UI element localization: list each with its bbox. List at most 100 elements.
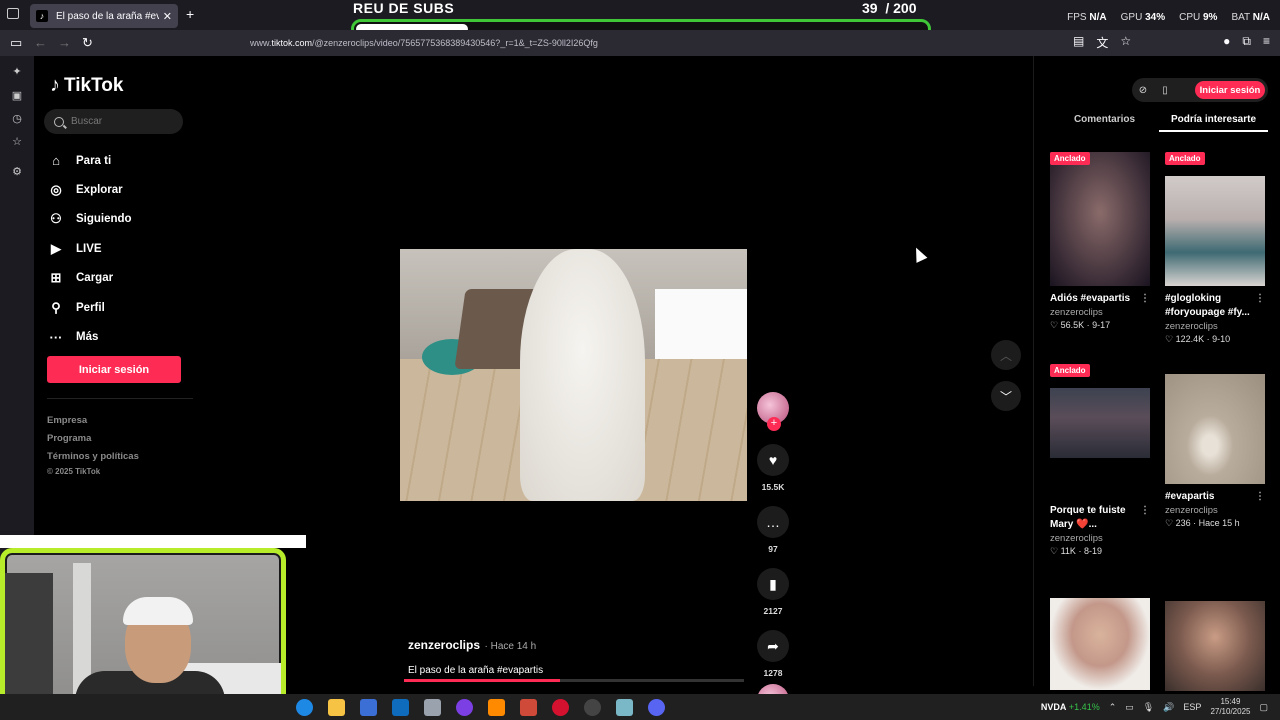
address-bar[interactable]: www. tiktok.com/@zenzeroclips/video/75657…: [176, 32, 1136, 54]
tab-podria-interesarte[interactable]: Podría interesarte: [1159, 114, 1268, 132]
clock[interactable]: 15:49 27/10/2025: [1210, 697, 1250, 717]
footer-terms-link[interactable]: Términos y políticas: [47, 448, 139, 466]
footer-program-link[interactable]: Programa: [47, 430, 139, 448]
video-card[interactable]: [1165, 601, 1265, 691]
card-user[interactable]: zenzeroclips: [1165, 321, 1265, 332]
microphone-icon[interactable]: 🎙: [1143, 702, 1154, 713]
login-button[interactable]: Iniciar sesión: [47, 356, 181, 383]
more-options-icon[interactable]: ⋮: [1255, 292, 1265, 306]
synced-tabs-icon[interactable]: ▣: [11, 90, 23, 102]
forward-icon[interactable]: →: [58, 35, 71, 50]
video-player[interactable]: [400, 249, 747, 501]
subs-goal-title: REU DE SUBS: [353, 0, 455, 16]
firefox-icon[interactable]: [456, 699, 473, 716]
footer-company-link[interactable]: Empresa: [47, 412, 139, 430]
nav-item-cargar[interactable]: ⊞ Cargar: [48, 264, 132, 293]
browser-tab[interactable]: ♪ El paso de la araña #evapa ✕: [30, 4, 178, 28]
menu-icon[interactable]: ≡: [1263, 34, 1270, 51]
video-card[interactable]: Anclado #glogloking #foryoupage #fy... ⋮ …: [1165, 152, 1265, 345]
video-card[interactable]: Anclado Porque te fuiste Mary ❤️... ⋮ zen…: [1050, 364, 1150, 557]
tray-chevron-icon[interactable]: ⌃: [1109, 702, 1117, 713]
discord-icon[interactable]: [648, 699, 665, 716]
card-user[interactable]: zenzeroclips: [1165, 505, 1265, 516]
edge-icon[interactable]: [296, 699, 313, 716]
nav-item-mas[interactable]: ··· Más: [48, 322, 132, 351]
save-action[interactable]: ▮ 2127: [754, 568, 792, 616]
reload-icon[interactable]: ↻: [82, 35, 93, 51]
video-thumbnail: [1165, 601, 1265, 691]
back-icon[interactable]: ←: [34, 35, 47, 50]
live-icon: ▶: [51, 240, 61, 256]
extensions-icon[interactable]: ⧉: [1242, 34, 1251, 51]
card-user[interactable]: zenzeroclips: [1050, 533, 1150, 544]
nav-item-siguiendo[interactable]: ⚇ Siguiendo: [48, 205, 131, 234]
pinned-badge: Anclado: [1050, 364, 1090, 377]
video-username[interactable]: zenzeroclips: [408, 638, 480, 652]
compass-icon: ◎: [50, 182, 62, 198]
video-frame-bag: [655, 289, 747, 359]
login-button-top[interactable]: Iniciar sesión: [1195, 81, 1265, 99]
card-stats: ♡ 122.4K · 9-10: [1165, 334, 1231, 344]
sidebar-toggle-icon[interactable]: ▭: [10, 35, 22, 51]
bookmarks-icon[interactable]: ☆: [11, 136, 23, 148]
video-card[interactable]: [1050, 598, 1150, 690]
creator-avatar[interactable]: +: [757, 392, 789, 431]
language-indicator[interactable]: ESP: [1183, 702, 1201, 712]
video-card[interactable]: #evapartis ⋮ zenzeroclips ♡ 236 · Hace 15…: [1165, 374, 1265, 529]
compass-icon[interactable]: ⊘: [1132, 85, 1154, 96]
store-icon[interactable]: [360, 699, 377, 716]
settings-gear-icon[interactable]: ⚙: [11, 166, 23, 178]
more-options-icon[interactable]: ⋮: [1255, 490, 1265, 504]
ai-chat-icon[interactable]: ✦: [11, 66, 23, 78]
app-icon[interactable]: [424, 699, 441, 716]
previous-video-button[interactable]: ︿: [991, 340, 1021, 370]
video-progress-bar[interactable]: [404, 679, 744, 682]
top-actions: ⊘ ▯ Iniciar sesión: [1132, 78, 1268, 102]
follow-plus-icon[interactable]: +: [767, 417, 781, 431]
tab-list-icon[interactable]: [7, 8, 19, 19]
history-icon[interactable]: ◷: [11, 113, 23, 125]
search-input[interactable]: Buscar: [44, 109, 183, 134]
card-user[interactable]: zenzeroclips: [1050, 307, 1150, 318]
account-icon[interactable]: ●: [1223, 34, 1230, 51]
next-video-button[interactable]: ﹀: [991, 381, 1021, 411]
nav-item-para-ti[interactable]: ⌂ Para ti: [48, 146, 132, 175]
reader-view-icon[interactable]: ▤: [1073, 34, 1084, 51]
copyright: © 2025 TikTok: [47, 467, 101, 476]
subs-goal-count: 39 / 200: [862, 0, 917, 16]
file-explorer-icon[interactable]: [328, 699, 345, 716]
tab-comentarios[interactable]: Comentarios: [1050, 114, 1159, 132]
tiktok-logo[interactable]: ♪ TikTok: [50, 74, 123, 97]
like-action[interactable]: ♥ 15.5K: [754, 444, 792, 492]
webcam-person-cap: [123, 597, 193, 625]
new-tab-icon[interactable]: +: [186, 6, 194, 22]
url-prefix: www.: [250, 38, 272, 48]
cpu-stat: CPU 9%: [1179, 12, 1218, 23]
video-thumbnail: [1165, 374, 1265, 484]
video-card[interactable]: Anclado Adiós #evapartis ⋮ zenzeroclips ♡…: [1050, 152, 1150, 331]
share-action[interactable]: ➦ 1278: [754, 630, 792, 678]
mobile-icon[interactable]: ▯: [1154, 85, 1176, 96]
app-icon[interactable]: [520, 699, 537, 716]
vlc-icon[interactable]: [488, 699, 505, 716]
speaker-icon[interactable]: 🔊: [1163, 702, 1174, 713]
outlook-icon[interactable]: [392, 699, 409, 716]
nav-item-live[interactable]: ▶ LIVE: [48, 234, 132, 263]
more-options-icon[interactable]: ⋮: [1140, 292, 1150, 306]
like-count: 15.5K: [761, 482, 785, 492]
network-icon[interactable]: ▭: [1125, 702, 1134, 713]
nav-item-perfil[interactable]: ⚲ Perfil: [48, 293, 132, 322]
translate-icon[interactable]: 文: [1096, 34, 1108, 51]
close-tab-icon[interactable]: ✕: [163, 10, 172, 23]
bookmark-star-icon[interactable]: ☆: [1120, 34, 1131, 51]
comment-count: 97: [768, 544, 778, 554]
opera-icon[interactable]: [552, 699, 569, 716]
comment-action[interactable]: … 97: [754, 506, 792, 554]
nav-item-explorar[interactable]: ◎ Explorar: [48, 175, 132, 204]
more-options-icon[interactable]: ⋮: [1140, 504, 1150, 518]
card-title: #glogloking #foryoupage #fy... ⋮: [1165, 292, 1265, 318]
stock-widget[interactable]: NVDA +1.41%: [1041, 702, 1100, 712]
app-icon[interactable]: [616, 699, 633, 716]
notifications-icon[interactable]: ▢: [1259, 702, 1268, 713]
obs-icon[interactable]: [584, 699, 601, 716]
